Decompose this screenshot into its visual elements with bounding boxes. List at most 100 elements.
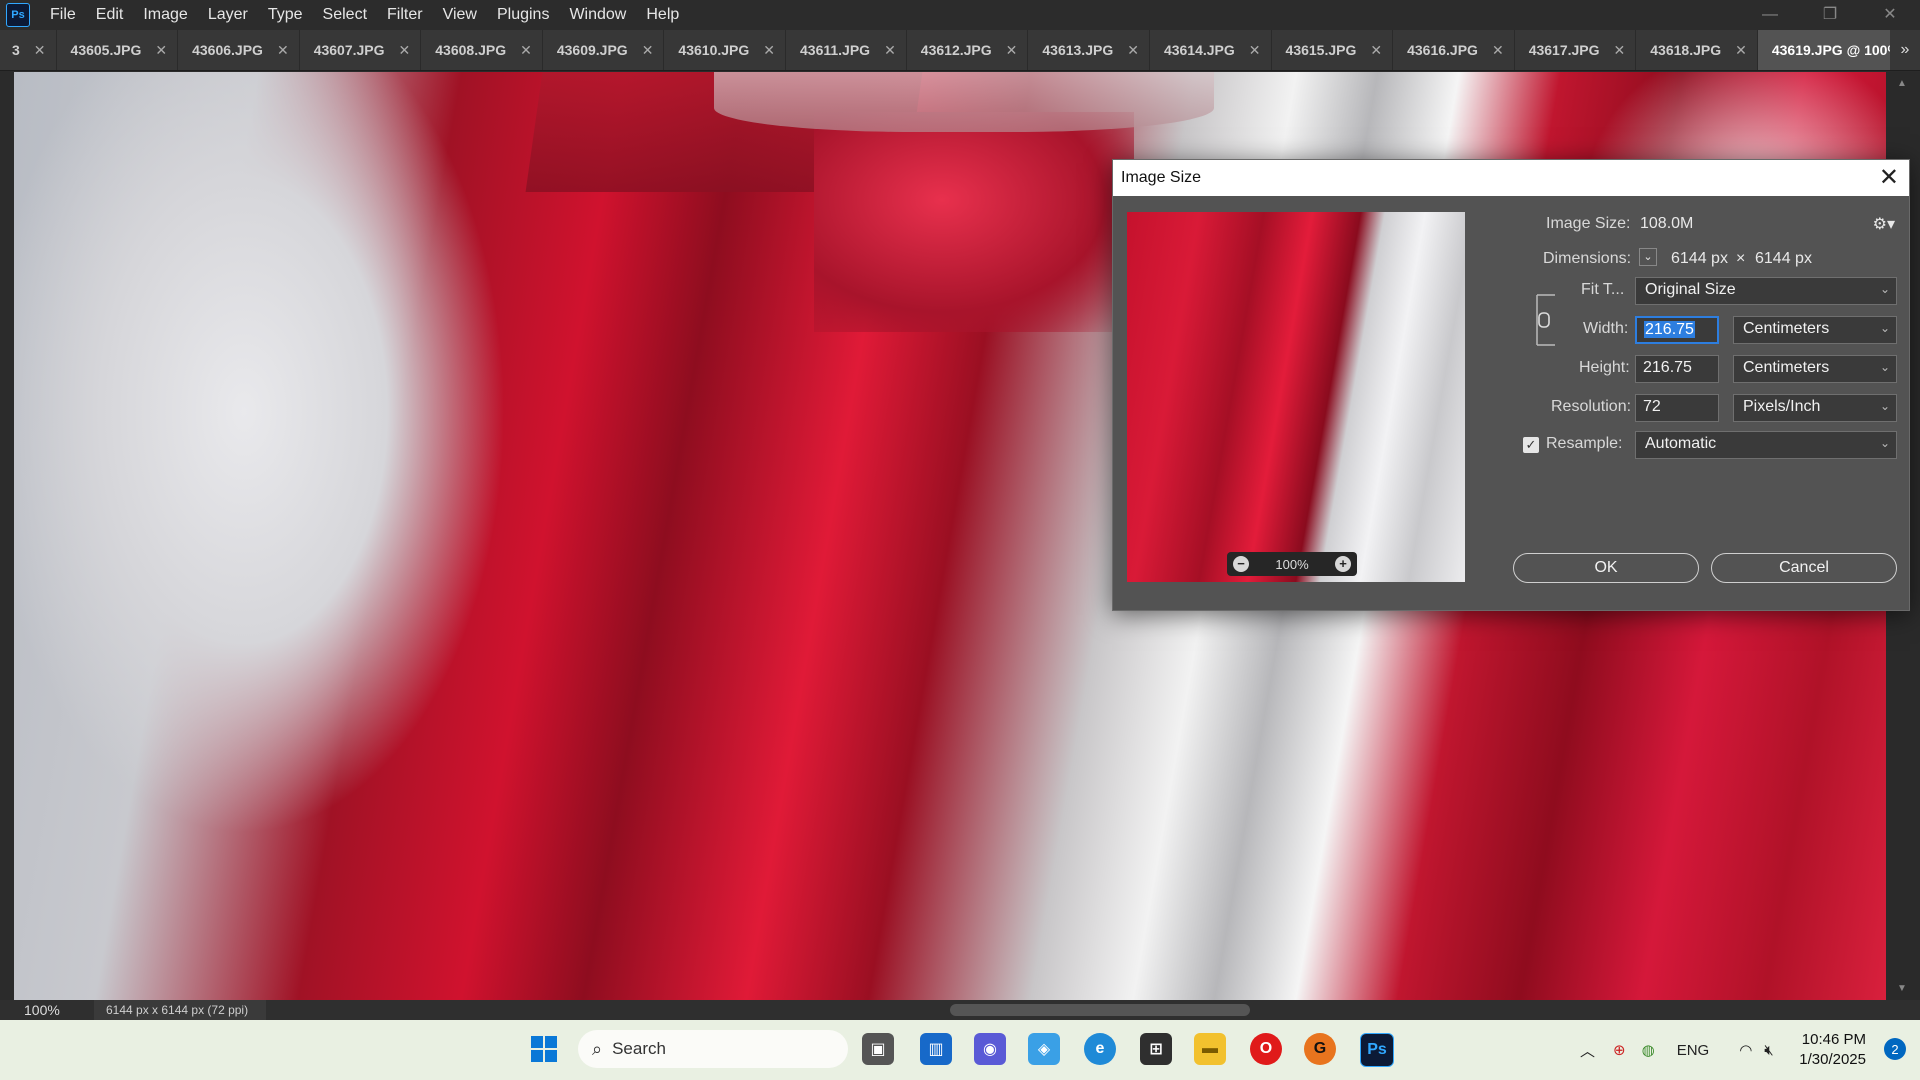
- tab-close-icon[interactable]: ✕: [155, 42, 167, 59]
- tab-label: 43606.JPG: [192, 42, 263, 58]
- menu-bar: Ps File Edit Image Layer Type Select Fil…: [0, 0, 1920, 30]
- menu-plugins[interactable]: Plugins: [487, 6, 559, 24]
- resample-label: Resample:: [1546, 435, 1623, 452]
- document-tab[interactable]: 43613.JPG ✕: [1028, 30, 1150, 70]
- tab-close-icon[interactable]: ✕: [399, 42, 411, 59]
- menu-image[interactable]: Image: [133, 6, 197, 24]
- dialog-title: Image Size: [1121, 169, 1202, 186]
- link-constrain-icon[interactable]: [1535, 291, 1557, 349]
- menu-layer[interactable]: Layer: [198, 6, 258, 24]
- resample-checkbox[interactable]: ✓: [1523, 437, 1539, 453]
- restore-icon[interactable]: ❐: [1800, 0, 1860, 30]
- fit-to-select[interactable]: Original Size ⌄: [1635, 277, 1897, 305]
- menu-help[interactable]: Help: [636, 6, 689, 24]
- document-tab[interactable]: 43610.JPG ✕: [664, 30, 786, 70]
- edge-browser-icon[interactable]: e: [1084, 1033, 1116, 1065]
- close-icon[interactable]: ✕: [1879, 164, 1899, 192]
- resolution-unit-select[interactable]: Pixels/Inch ⌄: [1733, 394, 1897, 422]
- notification-badge[interactable]: 2: [1884, 1038, 1906, 1060]
- tab-label: 43605.JPG: [70, 42, 142, 58]
- wifi-icon[interactable]: ◠: [1739, 1041, 1752, 1059]
- horizontal-scrollbar[interactable]: [320, 1004, 1880, 1016]
- teams-chat-icon[interactable]: ◉: [974, 1033, 1006, 1065]
- tab-close-icon[interactable]: ✕: [1127, 42, 1139, 59]
- snipping-tool-icon[interactable]: ◈: [1028, 1033, 1060, 1065]
- tab-close-icon[interactable]: ✕: [884, 42, 896, 59]
- chevron-up-icon[interactable]: ︿: [1580, 1040, 1595, 1061]
- resolution-input[interactable]: 72: [1635, 394, 1719, 422]
- menu-edit[interactable]: Edit: [86, 6, 134, 24]
- width-unit-select[interactable]: Centimeters ⌄: [1733, 316, 1897, 344]
- menu-select[interactable]: Select: [313, 6, 377, 24]
- document-tab[interactable]: 43606.JPG ✕: [178, 30, 300, 70]
- image-preview[interactable]: − 100% +: [1127, 212, 1465, 582]
- widgets-icon[interactable]: ▥: [920, 1033, 952, 1065]
- document-tab[interactable]: 3 ✕: [0, 30, 57, 70]
- document-tab[interactable]: 43607.JPG ✕: [300, 30, 422, 70]
- document-tab[interactable]: 43605.JPG ✕: [57, 30, 179, 70]
- opera-browser-icon[interactable]: O: [1250, 1033, 1282, 1065]
- document-tab[interactable]: 43609.JPG ✕: [543, 30, 665, 70]
- more-tabs-icon[interactable]: »: [1890, 30, 1920, 70]
- menu-window[interactable]: Window: [559, 6, 636, 24]
- ok-button[interactable]: OK: [1513, 553, 1699, 583]
- document-tab[interactable]: 43617.JPG ✕: [1515, 30, 1637, 70]
- gear-icon[interactable]: ⚙▾: [1873, 214, 1895, 234]
- resample-select[interactable]: Automatic ⌄: [1635, 431, 1897, 459]
- windows-start-icon[interactable]: [528, 1033, 560, 1065]
- document-info[interactable]: 6144 px x 6144 px (72 ppi): [94, 1000, 267, 1020]
- height-unit-select[interactable]: Centimeters ⌄: [1733, 355, 1897, 383]
- tab-close-icon[interactable]: ✕: [34, 42, 46, 59]
- network-globe-icon[interactable]: ◍: [1642, 1041, 1655, 1059]
- scroll-down-icon[interactable]: ▼: [1897, 983, 1907, 994]
- menu-filter[interactable]: Filter: [377, 6, 433, 24]
- fit-to-value: Original Size: [1645, 281, 1736, 298]
- file-explorer-icon[interactable]: ▬: [1194, 1033, 1226, 1065]
- tab-close-icon[interactable]: ✕: [1370, 42, 1382, 59]
- document-tab[interactable]: 43615.JPG ✕: [1272, 30, 1394, 70]
- tab-close-icon[interactable]: ✕: [1249, 42, 1261, 59]
- menu-view[interactable]: View: [433, 6, 487, 24]
- zoom-in-icon[interactable]: +: [1335, 556, 1351, 572]
- document-tab[interactable]: 43611.JPG ✕: [786, 30, 907, 70]
- chevron-down-icon: ⌄: [1879, 282, 1890, 296]
- task-view-icon[interactable]: ▣: [862, 1033, 894, 1065]
- tab-close-icon[interactable]: ✕: [642, 42, 654, 59]
- search-icon: ⌕: [592, 1038, 603, 1059]
- width-input[interactable]: 216.75: [1635, 316, 1719, 344]
- volume-muted-icon[interactable]: 🔇︎: [1764, 1042, 1773, 1059]
- tab-close-icon[interactable]: ✕: [520, 42, 532, 59]
- chevron-down-icon: ⌄: [1879, 321, 1890, 335]
- document-tab[interactable]: 43612.JPG ✕: [907, 30, 1029, 70]
- document-tab[interactable]: 43614.JPG ✕: [1150, 30, 1272, 70]
- store-icon[interactable]: ⊞: [1140, 1033, 1172, 1065]
- tab-close-icon[interactable]: ✕: [1492, 42, 1504, 59]
- scroll-thumb[interactable]: [950, 1004, 1250, 1016]
- language-indicator[interactable]: ENG: [1677, 1042, 1710, 1059]
- menu-type[interactable]: Type: [258, 6, 313, 24]
- tab-close-icon[interactable]: ✕: [1006, 42, 1018, 59]
- tab-close-icon[interactable]: ✕: [1614, 42, 1626, 59]
- tab-close-icon[interactable]: ✕: [277, 42, 289, 59]
- document-tab[interactable]: 43616.JPG ✕: [1393, 30, 1515, 70]
- document-tab[interactable]: 43608.JPG ✕: [421, 30, 543, 70]
- minimize-icon[interactable]: —: [1740, 0, 1800, 30]
- tab-label: 43610.JPG: [678, 42, 750, 58]
- photoshop-taskbar-icon[interactable]: Ps: [1360, 1033, 1394, 1067]
- zoom-out-icon[interactable]: −: [1233, 556, 1249, 572]
- zoom-level[interactable]: 100%: [0, 1002, 94, 1018]
- clock[interactable]: 10:46 PM 1/30/2025: [1799, 1030, 1866, 1070]
- menu-file[interactable]: File: [40, 6, 86, 24]
- document-tab[interactable]: 43618.JPG ✕: [1636, 30, 1758, 70]
- close-window-icon[interactable]: ✕: [1860, 0, 1920, 30]
- vpn-icon[interactable]: ⊕: [1613, 1041, 1626, 1059]
- app-g-icon[interactable]: G: [1304, 1033, 1336, 1065]
- scroll-up-icon[interactable]: ▲: [1897, 78, 1907, 89]
- tab-close-icon[interactable]: ✕: [1735, 42, 1747, 59]
- cancel-button[interactable]: Cancel: [1711, 553, 1897, 583]
- taskbar-search[interactable]: ⌕ Search: [578, 1030, 848, 1068]
- tab-close-icon[interactable]: ✕: [763, 42, 775, 59]
- height-input[interactable]: 216.75: [1635, 355, 1719, 383]
- search-placeholder: Search: [612, 1039, 666, 1058]
- dimensions-dropdown-icon[interactable]: ⌄: [1639, 248, 1657, 266]
